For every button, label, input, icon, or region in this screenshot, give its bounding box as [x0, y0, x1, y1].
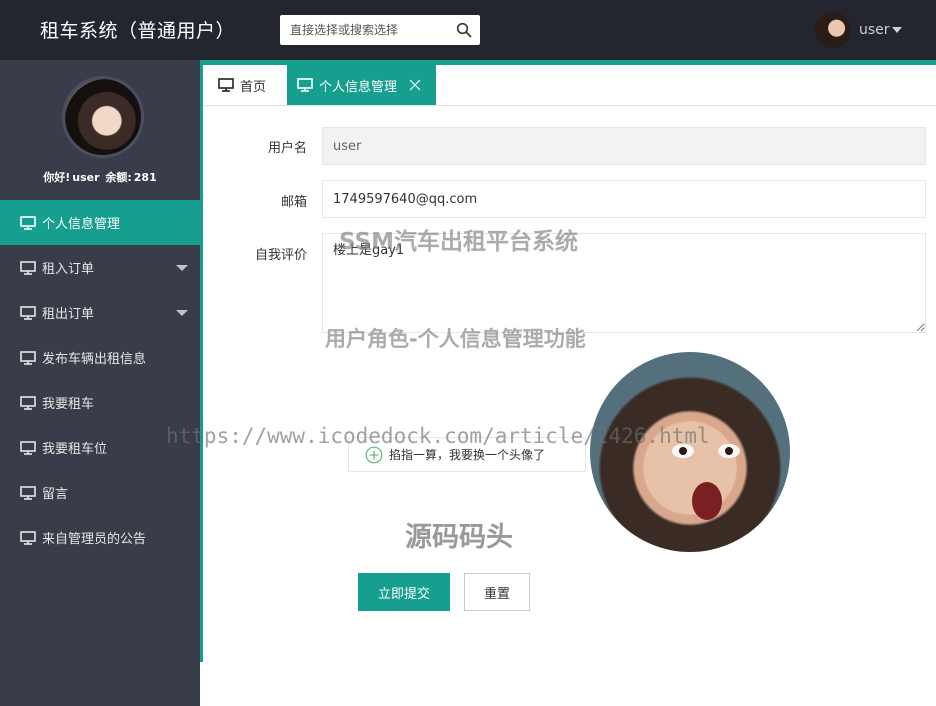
sidebar-item-rent-in-orders[interactable]: 租入订单 — [0, 245, 200, 290]
monitor-icon — [20, 261, 36, 275]
tab-bar: 首页 个人信息管理 — [203, 65, 936, 106]
sidebar-item-announcements[interactable]: 来自管理员的公告 — [0, 515, 200, 560]
tab-profile[interactable]: 个人信息管理 — [287, 65, 436, 105]
plus-circle-icon — [365, 446, 383, 464]
caret-down-icon[interactable] — [176, 310, 188, 316]
upload-avatar-button[interactable]: 掐指一算，我要换一个头像了 — [348, 437, 586, 472]
search-box[interactable] — [280, 15, 480, 45]
content-frame-left — [200, 60, 203, 662]
sidebar-item-label: 个人信息管理 — [42, 213, 120, 232]
bio-label: 自我评价 — [207, 244, 307, 263]
tab-label: 首页 — [240, 76, 266, 95]
search-icon[interactable] — [456, 22, 472, 38]
user-name[interactable]: user — [859, 22, 890, 38]
username-label: 用户名 — [207, 137, 307, 156]
monitor-icon — [20, 216, 36, 230]
sidebar-item-label: 发布车辆出租信息 — [42, 348, 146, 367]
tab-home[interactable]: 首页 — [203, 65, 287, 105]
monitor-icon — [20, 396, 36, 410]
search-input[interactable] — [280, 15, 480, 45]
close-icon[interactable] — [409, 79, 421, 91]
profile-avatar — [62, 76, 144, 158]
greeting-user: user — [72, 171, 99, 184]
greeting-prefix: 你好! — [43, 171, 70, 184]
balance-value: 281 — [134, 171, 157, 184]
monitor-icon — [20, 441, 36, 455]
sidebar-item-profile[interactable]: 个人信息管理 — [0, 200, 200, 245]
monitor-icon — [218, 78, 234, 92]
avatar-preview — [590, 352, 790, 552]
sidebar-item-rent-out-orders[interactable]: 租出订单 — [0, 290, 200, 335]
top-header: 租车系统（普通用户） user — [0, 0, 936, 60]
watermark-brand: 源码码头 — [405, 515, 513, 554]
sidebar-item-label: 我要租车 — [42, 393, 94, 412]
reset-button[interactable]: 重置 — [464, 573, 530, 611]
monitor-icon — [20, 531, 36, 545]
sidebar: 你好!user 余额:281 个人信息管理 租入订单 租出订单 发布车辆出租信息… — [0, 60, 200, 706]
bio-textarea[interactable]: 楼上是gay1 — [322, 233, 926, 333]
monitor-icon — [297, 78, 313, 92]
sidebar-item-label: 我要租车位 — [42, 438, 107, 457]
sidebar-item-messages[interactable]: 留言 — [0, 470, 200, 515]
avatar-preview-eye — [672, 444, 694, 458]
sidebar-item-rent-car[interactable]: 我要租车 — [0, 380, 200, 425]
submit-button[interactable]: 立即提交 — [358, 573, 450, 611]
monitor-icon — [20, 486, 36, 500]
sidebar-item-label: 租出订单 — [42, 303, 94, 322]
email-label: 邮箱 — [207, 191, 307, 210]
email-field[interactable] — [322, 180, 926, 218]
caret-down-icon[interactable] — [892, 27, 902, 33]
sidebar-item-label: 来自管理员的公告 — [42, 528, 146, 547]
sidebar-item-label: 留言 — [42, 483, 68, 502]
avatar-preview-eye — [718, 444, 740, 458]
sidebar-item-publish-car[interactable]: 发布车辆出租信息 — [0, 335, 200, 380]
monitor-icon — [20, 351, 36, 365]
sidebar-nav: 个人信息管理 租入订单 租出订单 发布车辆出租信息 我要租车 我要租车位 留言 — [0, 200, 200, 560]
avatar-preview-mouth — [692, 482, 722, 520]
avatar[interactable] — [815, 12, 851, 48]
balance-label: 余额: — [105, 171, 131, 184]
user-menu[interactable]: user — [815, 12, 902, 48]
upload-avatar-label: 掐指一算，我要换一个头像了 — [389, 446, 545, 463]
sidebar-item-label: 租入订单 — [42, 258, 94, 277]
caret-down-icon[interactable] — [176, 265, 188, 271]
greeting: 你好!user 余额:281 — [0, 169, 200, 185]
monitor-icon — [20, 306, 36, 320]
username-field[interactable] — [322, 127, 926, 165]
sidebar-item-rent-parking[interactable]: 我要租车位 — [0, 425, 200, 470]
app-title: 租车系统（普通用户） — [40, 16, 235, 43]
tab-label: 个人信息管理 — [319, 76, 397, 95]
